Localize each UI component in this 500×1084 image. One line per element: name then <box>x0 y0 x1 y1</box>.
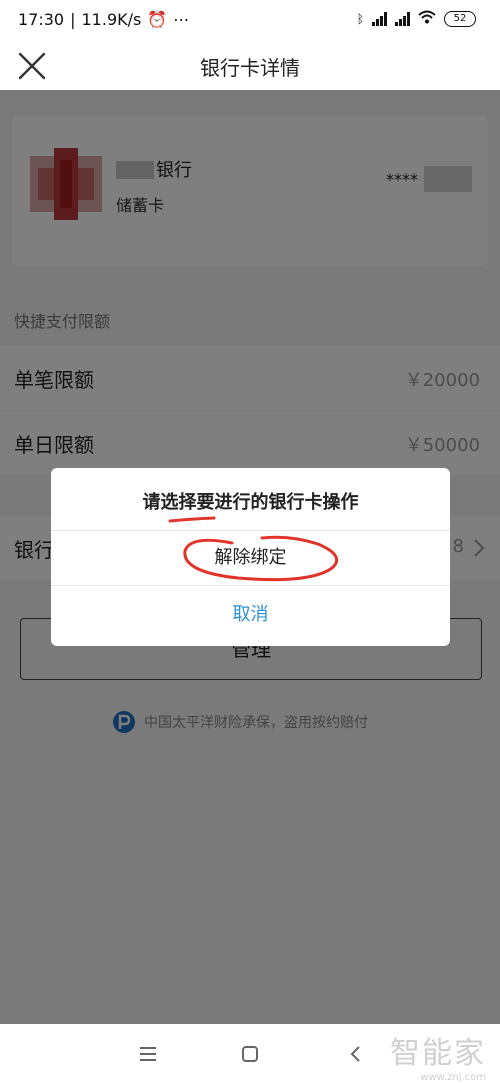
signal-icon-2 <box>395 11 410 26</box>
notification-icon: ⋯ <box>173 10 190 29</box>
home-icon[interactable] <box>236 1040 264 1068</box>
signal-icon <box>372 11 387 26</box>
status-left: 17:30 | 11.9K/s ⏰ ⋯ <box>18 10 190 29</box>
cancel-button[interactable]: 取消 <box>51 586 450 644</box>
wifi-icon <box>418 10 436 27</box>
header: 银行卡详情 <box>0 42 500 90</box>
unbind-button[interactable]: 解除绑定 <box>51 531 450 585</box>
status-bar: 17:30 | 11.9K/s ⏰ ⋯ ᛒ 52 <box>0 0 500 42</box>
watermark: 智能家 www.znj.com <box>390 1028 486 1083</box>
status-right: ᛒ 52 <box>357 10 476 27</box>
watermark-url: www.znj.com <box>420 1072 486 1083</box>
bluetooth-icon: ᛒ <box>356 11 364 26</box>
back-icon[interactable] <box>342 1040 370 1068</box>
watermark-text: 智能家 <box>390 1036 486 1071</box>
status-time: 17:30 <box>18 10 65 29</box>
page-title: 银行卡详情 <box>200 56 300 80</box>
action-dialog: 请选择要进行的银行卡操作 解除绑定 取消 <box>51 468 450 646</box>
status-speed: 11.9K/s <box>81 10 142 29</box>
menu-icon[interactable] <box>134 1040 162 1068</box>
dialog-title: 请选择要进行的银行卡操作 <box>142 492 359 513</box>
system-nav-bar: 智能家 www.znj.com <box>0 1024 500 1084</box>
alarm-icon: ⏰ <box>147 10 168 29</box>
battery-icon: 52 <box>444 10 476 27</box>
